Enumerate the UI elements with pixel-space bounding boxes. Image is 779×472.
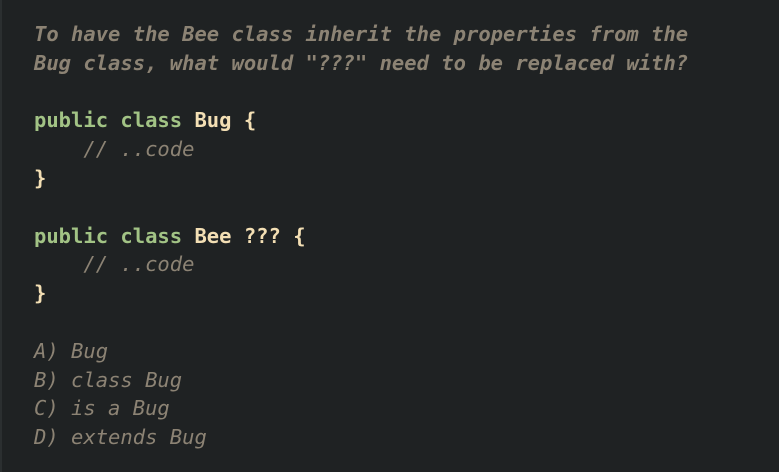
class-bee-declaration: public class Bee ??? { bbox=[34, 222, 774, 251]
question-line-2: Bug class, what would "???" need to be r… bbox=[34, 50, 689, 75]
class-keyword: class bbox=[120, 108, 183, 133]
close-brace: } bbox=[34, 165, 47, 190]
open-brace: { bbox=[243, 108, 257, 133]
bee-body-comment: // ..code bbox=[83, 252, 195, 277]
bug-body-comment-line: // ..code bbox=[34, 135, 774, 164]
bee-body-comment-line: // ..code bbox=[34, 250, 774, 279]
bug-close-line: } bbox=[34, 164, 774, 193]
question-line-1: To have the Bee class inherit the proper… bbox=[34, 22, 689, 46]
answer-option-c: C) is a Bug bbox=[34, 396, 170, 421]
public-keyword: public bbox=[34, 223, 109, 248]
class-keyword: class bbox=[120, 223, 183, 248]
bee-close-line: } bbox=[34, 279, 774, 308]
editor-content: To have the Bee class inherit the proper… bbox=[34, 20, 774, 452]
answer-option-d: D) extends Bug bbox=[34, 425, 207, 450]
answer-option-b: B) class Bug bbox=[34, 367, 183, 392]
answer-option-a: A) Bug bbox=[34, 338, 109, 363]
bug-body-comment: // ..code bbox=[83, 137, 195, 162]
close-brace: } bbox=[34, 281, 47, 306]
class-name-bug: Bug bbox=[194, 108, 232, 133]
class-name-bee: Bee bbox=[194, 223, 232, 248]
public-keyword: public bbox=[34, 108, 109, 133]
placeholder-marker: ??? bbox=[243, 223, 281, 248]
code-editor: To have the Bee class inherit the proper… bbox=[0, 0, 779, 472]
open-brace: { bbox=[293, 223, 306, 248]
class-bug-declaration: public class Bug { bbox=[34, 106, 774, 135]
